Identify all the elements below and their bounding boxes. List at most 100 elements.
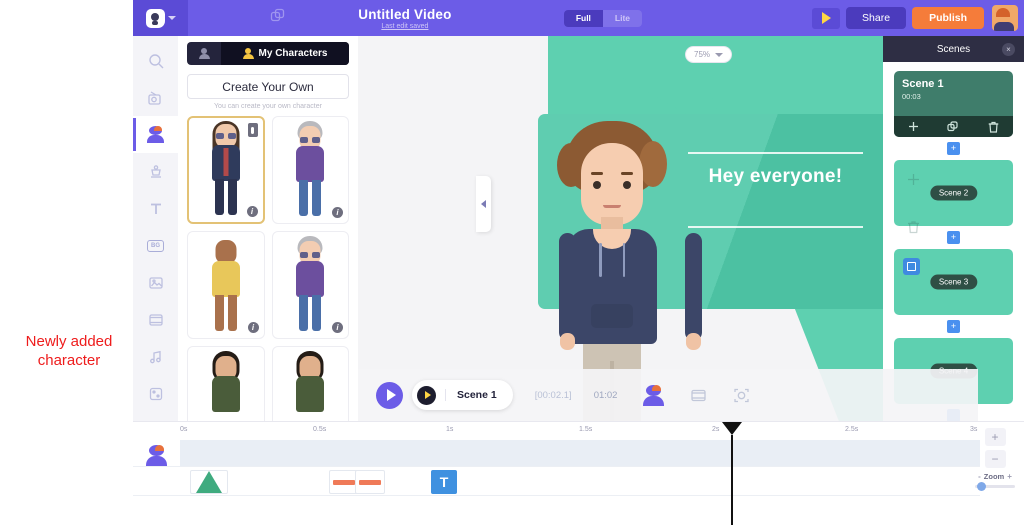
line-shape-icon-1 xyxy=(333,479,355,485)
hero-hand-right xyxy=(686,333,701,350)
rail-item-props[interactable] xyxy=(133,153,178,190)
project-title[interactable]: Untitled Video xyxy=(246,7,564,22)
timeline-play-button[interactable] xyxy=(376,381,403,409)
info-badge-1[interactable]: i xyxy=(332,207,343,218)
mode-lite-button[interactable]: Lite xyxy=(603,10,642,27)
current-scene-pill[interactable]: Scene 1 xyxy=(412,380,513,410)
track-character-icon[interactable] xyxy=(146,445,167,466)
create-your-own-button[interactable]: Create Your Own xyxy=(187,74,349,99)
rail-item-video[interactable] xyxy=(133,301,178,338)
triangle-shape-icon xyxy=(196,471,222,493)
tick-3: 1.5s xyxy=(579,426,593,433)
rail-item-scene[interactable] xyxy=(133,79,178,116)
library-tabs: My Characters xyxy=(187,42,349,65)
character-card-0[interactable]: i xyxy=(187,116,265,224)
character-card-5[interactable] xyxy=(271,346,349,421)
my-characters-icon xyxy=(242,48,254,59)
sunglasses-icon xyxy=(215,133,236,139)
annotation-line-1: Newly added xyxy=(25,333,113,350)
rail-item-background[interactable]: BG xyxy=(133,227,178,264)
scene-add-icon[interactable] xyxy=(908,121,919,132)
tab-my-characters-label: My Characters xyxy=(258,48,328,59)
mode-full-button[interactable]: Full xyxy=(563,9,603,27)
timeline: 0s 0.5s 1s 1.5s 2s 2.5s 3s T + − - Zoom … xyxy=(133,421,1024,525)
add-scene-after-1[interactable]: + xyxy=(947,142,960,155)
character-card-3[interactable]: i xyxy=(271,231,349,339)
duplicate-icon[interactable] xyxy=(270,8,286,29)
canvas-zoom-selector[interactable]: 75% xyxy=(685,46,733,63)
zoom-in-button[interactable]: + xyxy=(984,428,1006,446)
playbar-video-button[interactable] xyxy=(690,388,707,403)
person-icon xyxy=(198,48,210,59)
character-card-1[interactable]: i xyxy=(271,116,349,224)
playbar-character-button[interactable] xyxy=(643,384,665,406)
clip-line-2[interactable] xyxy=(355,470,385,494)
close-icon[interactable]: × xyxy=(1002,42,1015,56)
hoodie-string-left xyxy=(599,243,602,277)
line-shape-icon-2 xyxy=(359,479,381,485)
rail-item-music[interactable] xyxy=(133,338,178,375)
playhead-handle xyxy=(722,422,742,435)
rail-item-search[interactable] xyxy=(133,42,178,79)
edit-element-button[interactable] xyxy=(903,258,920,275)
playhead[interactable] xyxy=(722,422,742,525)
timeline-ruler[interactable]: 0s 0.5s 1s 1.5s 2s 2.5s 3s xyxy=(180,422,980,440)
zoom-slider[interactable] xyxy=(975,482,1015,491)
info-badge-2[interactable]: i xyxy=(247,322,259,333)
add-scene-after-2[interactable]: + xyxy=(947,231,960,244)
scenes-panel-title: Scenes xyxy=(936,43,971,55)
rail-item-character[interactable] xyxy=(133,116,178,153)
playback-bar: Scene 1 [00:02.1] 01:02 xyxy=(358,369,978,421)
save-status[interactable]: Last edit saved xyxy=(246,23,564,30)
collapse-panel-button[interactable] xyxy=(476,176,491,232)
zoom-decrease-icon[interactable]: - xyxy=(978,472,981,481)
tag-badge-0[interactable] xyxy=(247,123,258,137)
rail-item-image[interactable] xyxy=(133,264,178,301)
character-card-2[interactable]: i xyxy=(187,231,265,339)
clip-text[interactable]: T xyxy=(431,470,457,494)
tick-4: 2s xyxy=(712,426,720,433)
tick-0: 0s xyxy=(180,426,188,433)
info-badge-3[interactable]: i xyxy=(332,322,343,333)
total-time: 01:02 xyxy=(593,389,618,401)
scenes-panel-header: Scenes × xyxy=(883,36,1024,62)
zoom-increase-icon[interactable]: + xyxy=(1007,472,1012,481)
character-thumbnail-5 xyxy=(287,351,333,421)
logo-menu-button[interactable] xyxy=(133,0,188,36)
annotation-text: Newly added character xyxy=(8,332,130,370)
tab-my-characters[interactable]: My Characters xyxy=(221,42,349,65)
tab-all-characters[interactable] xyxy=(187,42,221,65)
zoom-slider-knob[interactable] xyxy=(977,482,986,491)
clip-shape[interactable] xyxy=(190,470,228,494)
scene-thumb-1[interactable]: Scene 1 00:03 xyxy=(894,71,1013,137)
play-icon xyxy=(821,12,831,24)
character-card-4[interactable] xyxy=(187,346,265,421)
info-badge-0[interactable]: i xyxy=(246,206,258,217)
delete-element-icon[interactable] xyxy=(903,214,923,240)
playbar-focus-button[interactable] xyxy=(733,387,750,404)
character-thumbnail-0 xyxy=(203,121,249,216)
character-thumbnail-3 xyxy=(287,236,333,332)
rail-item-text[interactable] xyxy=(133,190,178,227)
scene-delete-icon[interactable] xyxy=(988,121,999,133)
current-scene-label: Scene 1 xyxy=(445,389,497,401)
timeline-track-main[interactable] xyxy=(180,440,980,466)
hero-eye-right xyxy=(623,181,631,189)
preview-play-button[interactable] xyxy=(812,7,841,29)
scene-duplicate-icon[interactable] xyxy=(947,120,959,133)
rail-item-effects[interactable] xyxy=(133,375,178,412)
share-button[interactable]: Share xyxy=(846,7,907,29)
glasses-icon xyxy=(300,137,321,143)
zoom-row: - Zoom + xyxy=(975,472,1015,481)
add-element-icon[interactable] xyxy=(903,166,923,192)
user-avatar[interactable] xyxy=(992,5,1018,31)
add-scene-after-3[interactable]: + xyxy=(947,320,960,333)
timeline-track-elements[interactable]: T xyxy=(133,466,980,496)
character-thumbnail-1 xyxy=(287,121,333,217)
scene-1-duration: 00:03 xyxy=(902,92,921,101)
background-icon-label: BG xyxy=(147,239,164,252)
brand-logo-icon xyxy=(145,8,165,28)
canvas-zoom-value: 75% xyxy=(694,50,711,59)
publish-button[interactable]: Publish xyxy=(912,7,984,29)
zoom-out-button[interactable]: − xyxy=(984,450,1006,468)
